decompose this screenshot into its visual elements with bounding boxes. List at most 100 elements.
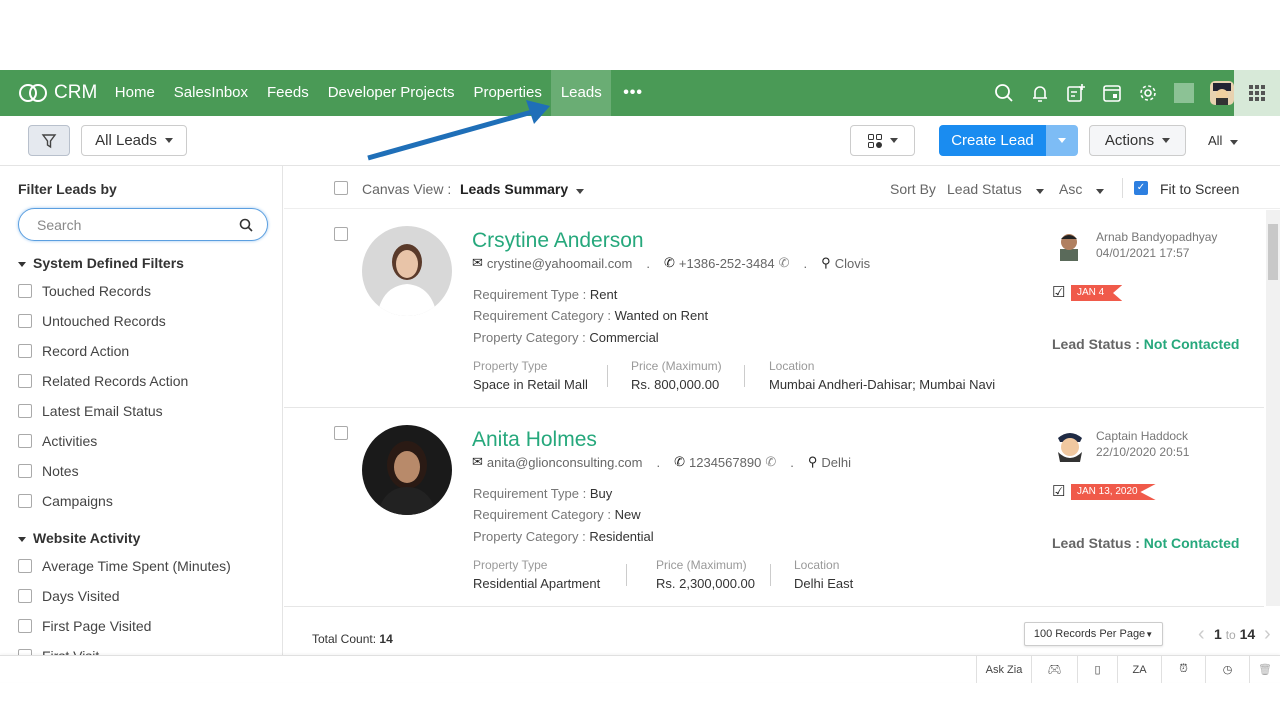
divider [626,564,627,586]
sort-by-label: Sort By [890,181,936,197]
lead-email[interactable]: crystine@yahoomail.com [487,256,632,271]
filter-item[interactable]: Campaigns [18,493,113,509]
filter-checkbox[interactable] [18,559,32,573]
filter-toggle-button[interactable] [28,125,70,156]
field-value: Buy [589,486,613,501]
email-icon: ✉ [472,255,483,270]
filter-item[interactable]: Activities [18,433,97,449]
lead-checkbox[interactable] [334,426,348,440]
sort-field-dropdown[interactable]: Lead Status [947,181,1044,197]
crm-logo[interactable]: CRM [18,82,97,104]
filter-item[interactable]: Latest Email Status [18,403,163,419]
scrollbar[interactable] [1266,210,1280,606]
search-icon[interactable] [994,83,1014,103]
filter-checkbox[interactable] [18,494,32,508]
lead-status-value: Not Contacted [1143,535,1240,551]
tab-salesinbox[interactable]: SalesInbox [164,70,257,116]
call-icon[interactable]: ✆ [779,255,790,271]
create-lead-button[interactable]: Create Lead [939,125,1046,156]
add-note-icon[interactable] [1066,83,1086,103]
prev-page-button[interactable]: ‹ [1198,623,1205,646]
filter-label: First Page Visited [42,618,152,634]
filter-search-input[interactable]: Search [18,208,268,241]
lead-phone[interactable]: 1234567890 [689,455,761,470]
create-lead-options-button[interactable] [1046,125,1078,156]
avatar[interactable] [1210,81,1234,105]
lead-card[interactable]: Crsytine Anderson ✉ crystine@yahoomail.com… [284,209,1264,408]
filter-item[interactable]: Record Action [18,343,129,359]
filter-checkbox[interactable] [18,284,32,298]
filter-item[interactable]: Touched Records [18,283,151,299]
tab-feeds[interactable]: Feeds [258,70,319,116]
gear-icon[interactable] [1138,83,1158,103]
task-clipboard-icon[interactable]: ☑ [1052,283,1065,301]
logo-icon [19,84,47,102]
scrollbar-thumb[interactable] [1268,224,1278,280]
view-select-dropdown[interactable]: All Leads [81,125,187,156]
filter-checkbox[interactable] [18,314,32,328]
field-label: Price (Maximum) [631,359,722,373]
lead-photo [362,226,452,316]
history-icon[interactable]: ◷ [1205,656,1249,683]
calendar-icon[interactable] [1102,83,1122,103]
filter-checkbox[interactable] [18,619,32,633]
sort-order-dropdown[interactable]: Asc [1059,181,1105,197]
phone-icon: ✆ [674,454,685,469]
filter-checkbox[interactable] [18,464,32,478]
filter-item[interactable]: Untouched Records [18,313,166,329]
chevron-down-icon [1035,189,1044,194]
lead-checkbox[interactable] [334,227,348,241]
next-page-button[interactable]: › [1264,623,1271,646]
filter-checkbox[interactable] [18,344,32,358]
lead-email[interactable]: anita@glionconsulting.com [487,455,643,470]
property-category: Property Category : Residential [473,529,654,544]
location-pin-icon: ⚲ [821,255,831,270]
filter-item[interactable]: Average Time Spent (Minutes) [18,558,231,574]
location-pin-icon: ⚲ [807,454,818,469]
apps-grid-icon[interactable] [1234,70,1280,116]
actions-dropdown[interactable]: Actions [1089,125,1186,156]
filter-section-header[interactable]: System Defined Filters [18,255,184,271]
trash-icon[interactable]: 🗑︎ [1249,656,1280,683]
zia-icon[interactable]: ZA [1117,656,1161,683]
lead-name-link[interactable]: Anita Holmes [472,428,597,452]
select-all-checkbox[interactable] [334,181,348,195]
lead-name-link[interactable]: Crsytine Anderson [472,229,644,253]
toolbar: All Leads Create Lead Actions All [0,116,1280,166]
call-icon[interactable]: ✆ [765,454,776,470]
gamepad-icon[interactable]: 🎮︎ [1031,656,1077,683]
canvas-header: Canvas View : Leads Summary Sort By Lead… [284,166,1280,209]
lead-phone[interactable]: +1386-252-3484 [679,256,775,271]
filter-section-header[interactable]: Website Activity [18,530,140,546]
filter-item[interactable]: Notes [18,463,79,479]
alarm-icon[interactable]: ⏰︎ [1161,656,1205,683]
bell-icon[interactable] [1030,83,1050,103]
layout-view-dropdown[interactable] [850,125,915,156]
tab-home[interactable]: Home [105,70,164,116]
all-dropdown[interactable]: All [1208,133,1239,148]
canvas-view-value: Leads Summary [460,181,569,197]
tab-leads[interactable]: Leads [551,70,612,116]
records-per-page-dropdown[interactable]: 100 Records Per Page ▼ [1024,622,1163,646]
owner-info: Captain Haddock 22/10/2020 20:51 [1096,428,1189,460]
task-clipboard-icon[interactable]: ☑ [1052,482,1065,500]
filter-icon [41,133,57,148]
bottom-bar: Ask Zia 🎮︎ ▯ ZA ⏰︎ ◷ 🗑︎ [0,655,1280,683]
filter-checkbox[interactable] [18,404,32,418]
filter-checkbox[interactable] [18,589,32,603]
chevron-down-icon [1162,138,1171,143]
chevron-down-icon [576,189,585,194]
canvas-view-dropdown[interactable]: Leads Summary [460,181,585,197]
filter-checkbox[interactable] [18,434,32,448]
more-tabs-button[interactable]: ••• [611,70,655,116]
filter-checkbox[interactable] [18,374,32,388]
notes-icon[interactable]: ▯ [1077,656,1117,683]
filter-item[interactable]: Related Records Action [18,373,188,389]
lead-card[interactable]: Anita Holmes ✉ anita@glionconsulting.com. ✆… [284,408,1264,607]
grid-view-icon [867,133,882,148]
requirement-type: Requirement Type : Rent [473,287,617,302]
fit-to-screen-checkbox[interactable]: ✓ [1134,181,1148,195]
ask-zia-button[interactable]: Ask Zia [976,656,1031,683]
filter-item[interactable]: First Page Visited [18,618,151,634]
filter-item[interactable]: Days Visited [18,588,120,604]
